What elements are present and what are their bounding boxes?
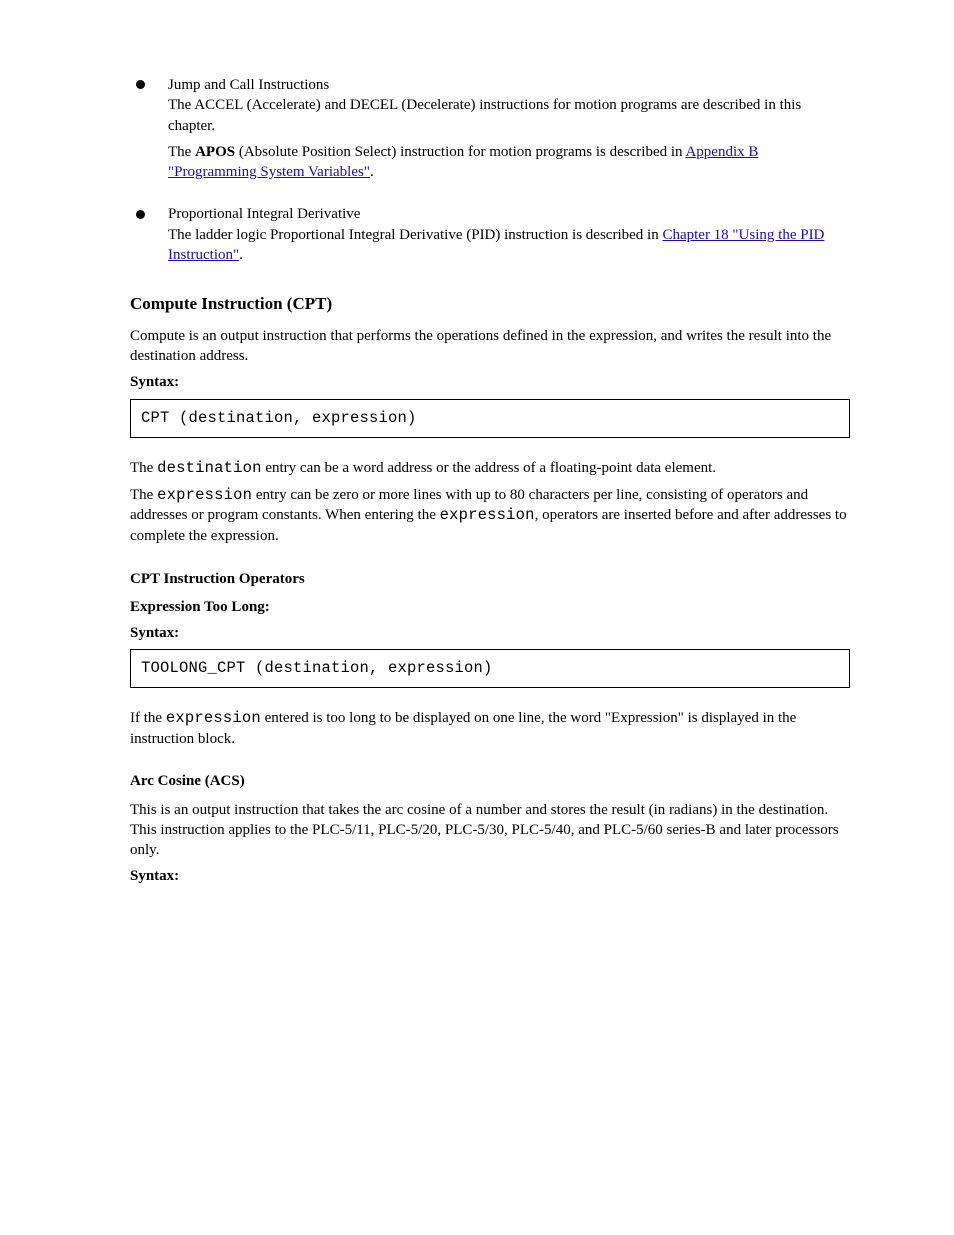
bullet-paragraph: The ladder logic Proportional Integral D… [168, 225, 850, 266]
syntax-label: Syntax: [130, 866, 850, 886]
cpt-description: Compute is an output instruction that pe… [130, 326, 850, 367]
acs-description: This is an output instruction that takes… [130, 800, 850, 861]
cpt-expression-para: The expression entry can be zero or more… [130, 485, 850, 547]
bullet-item-pid: Proportional Integral Derivative The lad… [130, 204, 850, 265]
bullet-paragraph-2: The APOS (Absolute Position Select) inst… [168, 142, 850, 183]
subsection-arc-cosine: Arc Cosine (ACS) [130, 771, 850, 791]
syntax-label: Syntax: [130, 623, 850, 643]
bullet-heading: Jump and Call Instructions [168, 75, 850, 95]
toolong-label: Expression Too Long: [130, 597, 850, 617]
subsection-cpt-operators: CPT Instruction Operators [130, 569, 850, 589]
bullet-heading: Proportional Integral Derivative [168, 204, 850, 224]
toolong-description: If the expression entered is too long to… [130, 708, 850, 749]
bullet-paragraph-1: The ACCEL (Accelerate) and DECEL (Decele… [168, 95, 850, 136]
bullet-item-jump-call: Jump and Call Instructions The ACCEL (Ac… [130, 75, 850, 182]
cpt-destination-para: The destination entry can be a word addr… [130, 458, 850, 479]
cpt-syntax-box: CPT (destination, expression) [130, 399, 850, 438]
syntax-label: Syntax: [130, 372, 850, 392]
section-title-cpt: Compute Instruction (CPT) [130, 293, 850, 316]
toolong-syntax-box: TOOLONG_CPT (destination, expression) [130, 649, 850, 688]
